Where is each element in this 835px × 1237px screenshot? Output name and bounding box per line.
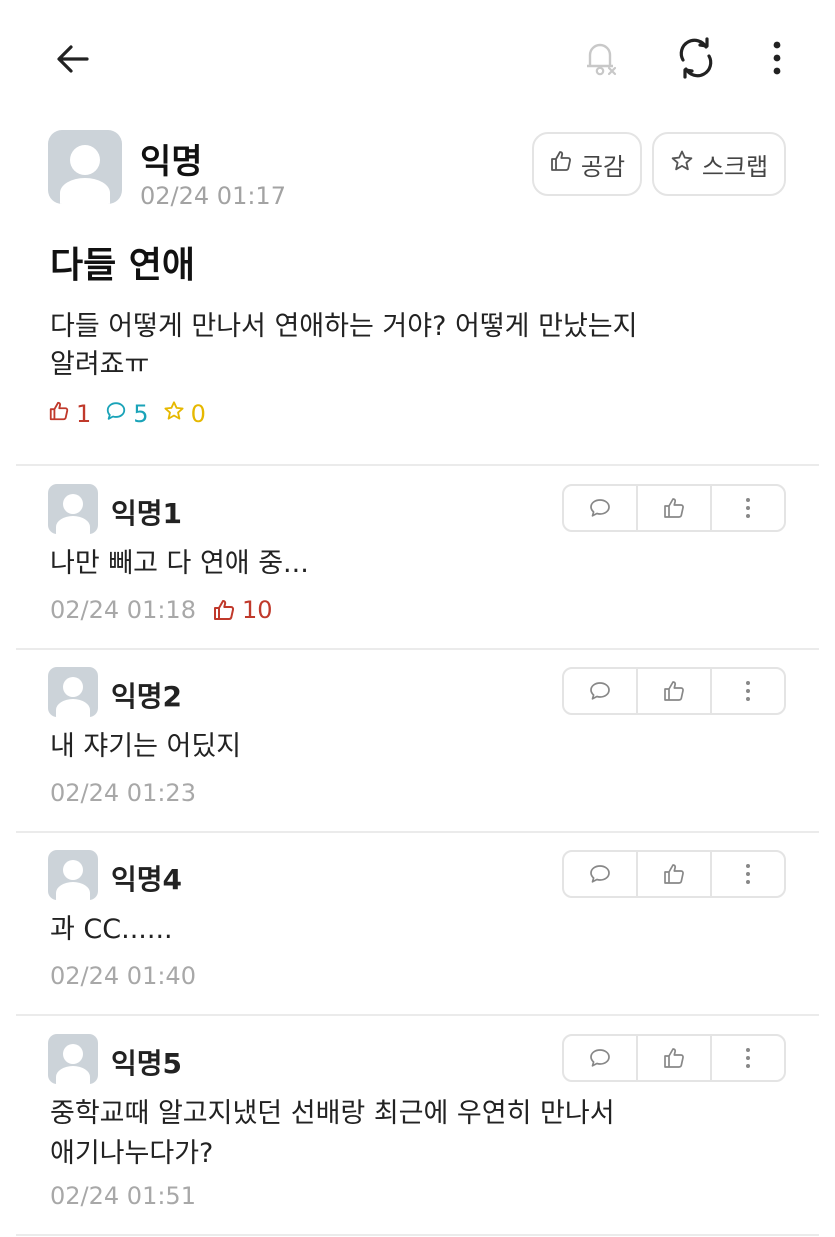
comment-meta: 02/24 01:23 (50, 779, 196, 807)
post-author: 익명 (140, 142, 203, 182)
comment-count-value: 5 (133, 400, 149, 428)
comment-text-line: 중학교때 알고지냈던 선배랑 최근에 우연히 만나서 (50, 1098, 615, 1129)
comment-meta: 02/24 01:18 10 (50, 596, 273, 624)
comment-text: 나만 빼고 다 연애 중... (50, 544, 750, 584)
more-vertical-icon (746, 681, 750, 701)
thumbs-up-icon (213, 600, 235, 620)
avatar (48, 484, 98, 534)
divider (16, 1014, 819, 1016)
comment-text-line: 애기나누다가? (50, 1138, 214, 1169)
comment-author: 익명1 (111, 497, 183, 530)
comment-timestamp: 02/24 01:51 (50, 1182, 196, 1210)
comment: 익명2 내 쟈기는 어딨지 02/24 01:23 (48, 667, 788, 817)
like-count: 1 (48, 400, 91, 428)
comment-author: 익명4 (111, 863, 183, 896)
comment-like-button[interactable] (636, 669, 710, 713)
post-body: 다들 어떻게 만나서 연애하는 거야? 어떻게 만났는지 알려죠ㅠ (50, 308, 770, 384)
thumbs-up-icon (664, 498, 684, 518)
speech-bubble-icon (590, 1049, 610, 1067)
comment-text-line: 과 CC...... (50, 914, 173, 945)
avatar (48, 667, 98, 717)
post-timestamp: 02/24 01:17 (140, 182, 286, 210)
comment-more-button[interactable] (710, 1036, 784, 1080)
more-vertical-icon (746, 1048, 750, 1068)
comment: 익명5 중학교때 알고지냈던 선배랑 최근에 우연히 만나서 애기나누다가? 0… (48, 1034, 788, 1224)
post-stats: 1 5 0 (48, 400, 206, 428)
scrap-button[interactable]: 스크랩 (652, 132, 786, 196)
star-icon (670, 149, 694, 179)
comment-timestamp: 02/24 01:18 (50, 596, 196, 624)
thumbs-up-icon (664, 1048, 684, 1068)
comment-actions (562, 1034, 786, 1082)
speech-bubble-icon (590, 865, 610, 883)
comment-text: 내 쟈기는 어딨지 (50, 727, 750, 767)
scrap-count: 0 (163, 400, 206, 428)
comment-more-button[interactable] (710, 486, 784, 530)
divider (16, 464, 819, 466)
comment-actions (562, 667, 786, 715)
post-body-line: 다들 어떻게 만나서 연애하는 거야? 어떻게 만났는지 (50, 311, 638, 342)
scrap-button-label: 스크랩 (701, 152, 769, 181)
comment-author: 익명5 (111, 1047, 183, 1080)
comment-like-button[interactable] (636, 1036, 710, 1080)
refresh-icon[interactable] (672, 34, 720, 82)
avatar (48, 1034, 98, 1084)
back-arrow-icon[interactable] (50, 36, 96, 82)
more-vertical-icon[interactable] (755, 34, 799, 82)
more-vertical-icon (746, 498, 750, 518)
thumbs-up-icon (549, 149, 573, 179)
divider (16, 831, 819, 833)
divider (16, 1234, 819, 1236)
comment-more-button[interactable] (710, 852, 784, 896)
comment-timestamp: 02/24 01:23 (50, 779, 196, 807)
bell-off-icon[interactable] (576, 34, 624, 82)
comment-like-button[interactable] (636, 852, 710, 896)
thumbs-up-icon (48, 400, 70, 428)
comment-actions (562, 850, 786, 898)
scrap-count-value: 0 (190, 400, 206, 428)
reply-button[interactable] (564, 486, 636, 530)
like-count-value: 1 (76, 400, 92, 428)
comment-timestamp: 02/24 01:40 (50, 962, 196, 990)
comment-like-count-value: 10 (241, 596, 273, 624)
more-vertical-icon (746, 864, 750, 884)
comment-more-button[interactable] (710, 669, 784, 713)
comment-author: 익명2 (111, 680, 183, 713)
comment-count: 5 (105, 400, 149, 428)
reply-button[interactable] (564, 1036, 636, 1080)
post-title: 다들 연애 (50, 245, 196, 286)
avatar (48, 130, 122, 204)
comment-actions (562, 484, 786, 532)
comment: 익명4 과 CC...... 02/24 01:40 (48, 850, 788, 1000)
star-icon (163, 400, 185, 428)
speech-bubble-icon (105, 400, 127, 428)
comment-like-count: 10 (212, 596, 273, 624)
top-bar (0, 0, 835, 115)
comment-like-button[interactable] (636, 486, 710, 530)
thumbs-up-icon (664, 864, 684, 884)
avatar (48, 850, 98, 900)
reply-button[interactable] (564, 852, 636, 896)
comment-text: 중학교때 알고지냈던 선배랑 최근에 우연히 만나서 애기나누다가? (50, 1094, 750, 1174)
divider (16, 648, 819, 650)
comment: 익명1 나만 빼고 다 연애 중... 02/24 01:18 10 (48, 484, 788, 634)
comment-text-line: 내 쟈기는 어딨지 (50, 731, 242, 762)
speech-bubble-icon (590, 682, 610, 700)
like-button[interactable]: 공감 (532, 132, 642, 196)
speech-bubble-icon (590, 499, 610, 517)
post-body-line: 알려죠ㅠ (50, 349, 150, 380)
like-button-label: 공감 (580, 152, 626, 181)
comment-text: 과 CC...... (50, 910, 750, 950)
post-header: 익명 02/24 01:17 공감 스크랩 (48, 130, 788, 210)
comment-text-line: 나만 빼고 다 연애 중... (50, 548, 309, 579)
comment-meta: 02/24 01:40 (50, 962, 196, 990)
comment-meta: 02/24 01:51 (50, 1182, 196, 1210)
thumbs-up-icon (664, 681, 684, 701)
reply-button[interactable] (564, 669, 636, 713)
